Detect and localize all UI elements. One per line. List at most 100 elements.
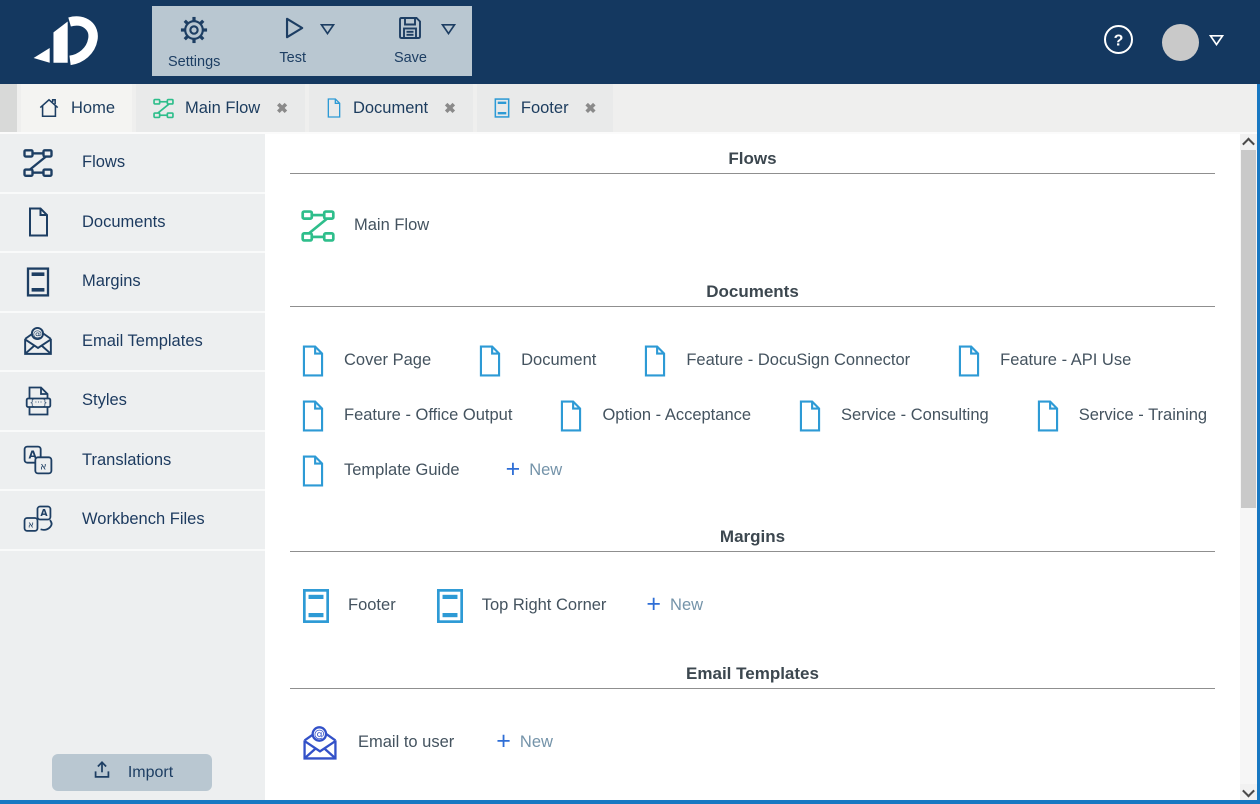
item-feature-docusign-connector[interactable]: Feature - DocuSign Connector (642, 337, 910, 384)
account-menu[interactable] (1162, 23, 1225, 61)
sidebar-item-label: Documents (82, 212, 166, 231)
item-label: Feature - DocuSign Connector (686, 351, 911, 369)
save-button[interactable]: Save (394, 6, 427, 66)
section-title: Documents (290, 267, 1215, 307)
item-email-to-user[interactable]: @ Email to user (300, 719, 454, 766)
section-items: @ Email to user + New (265, 689, 1237, 786)
help-button[interactable]: ? (1103, 24, 1134, 60)
toolbar: Settings Test Save (152, 6, 472, 76)
tab-bar: Home Main Flow ✖ Document ✖ Footer ✖ (0, 84, 1260, 134)
sidebar: Flows Documents Margins @ Email Templates… (0, 134, 265, 804)
gear-icon (179, 15, 209, 50)
settings-label: Settings (168, 54, 221, 70)
new-documents-button[interactable]: + New (506, 447, 563, 494)
item-main-flow[interactable]: Main Flow (300, 202, 429, 249)
item-option-acceptance[interactable]: Option - Acceptance (558, 392, 751, 439)
tab-home[interactable]: Home (21, 84, 133, 132)
main-body: Flows Documents Margins @ Email Templates… (0, 134, 1260, 804)
email-icon: @ (21, 326, 55, 356)
import-button[interactable]: Import (52, 754, 212, 791)
svg-text:@: @ (33, 330, 42, 340)
section-title: Email Templates (290, 649, 1215, 689)
sidebar-item-label: Margins (82, 272, 141, 291)
new-email-templates-button[interactable]: + New (496, 719, 553, 766)
sidebar-item-email-templates[interactable]: @ Email Templates (0, 313, 265, 372)
svg-text:א: א (40, 462, 46, 473)
plus-icon: + (646, 589, 662, 618)
play-icon (280, 15, 306, 46)
avatar (1162, 23, 1199, 61)
email-icon: @ (300, 725, 340, 761)
new-margins-button[interactable]: + New (646, 582, 703, 629)
content-pane: Flows Main Flow Documents Cover Page Docu… (265, 134, 1260, 804)
scrollbar-track[interactable] (1240, 150, 1257, 784)
scrollbar-thumb[interactable] (1241, 150, 1256, 508)
item-feature-office-output[interactable]: Feature - Office Output (300, 392, 512, 439)
close-icon[interactable]: ✖ (444, 100, 456, 117)
question-circle-icon: ? (1103, 24, 1134, 60)
chevron-down-icon (440, 22, 457, 40)
item-template-guide[interactable]: Template Guide (300, 447, 460, 494)
item-cover-page[interactable]: Cover Page (300, 337, 431, 384)
sidebar-item-documents[interactable]: Documents (0, 194, 265, 253)
settings-button[interactable]: Settings (168, 6, 220, 70)
styles-icon: {···} (21, 386, 55, 416)
item-label: Service - Training (1078, 406, 1208, 424)
item-feature-api-use[interactable]: Feature - API Use (956, 337, 1131, 384)
test-label: Test (279, 50, 306, 66)
vertical-scrollbar[interactable] (1240, 134, 1257, 800)
tab-label: Main Flow (185, 98, 261, 117)
app-logo[interactable] (0, 9, 150, 76)
sidebar-item-flows[interactable]: Flows (0, 134, 265, 194)
close-icon[interactable]: ✖ (585, 100, 597, 117)
save-dropdown-caret[interactable] (440, 22, 457, 40)
save-icon (397, 15, 423, 46)
item-label: Service - Consulting (841, 406, 989, 424)
docugen-logo-icon (26, 9, 98, 76)
item-service-consulting[interactable]: Service - Consulting (797, 392, 989, 439)
sidebar-item-margins[interactable]: Margins (0, 253, 265, 313)
item-label: Main Flow (354, 216, 430, 234)
section-items: Cover Page Document Feature - DocuSign C… (265, 307, 1237, 512)
document-icon (300, 455, 326, 487)
test-button[interactable]: Test (279, 6, 306, 66)
svg-text:{···}: {···} (29, 398, 47, 407)
tab-document[interactable]: Document ✖ (308, 84, 473, 132)
section-items: Footer Top Right Corner + New (265, 552, 1237, 649)
chevron-down-icon (1208, 33, 1225, 51)
margin-icon (21, 267, 55, 297)
tab-label: Footer (520, 98, 569, 117)
sidebar-item-workbench-files[interactable]: A א Workbench Files (0, 491, 265, 551)
section-documents: Documents Cover Page Document Feature - … (265, 267, 1237, 512)
test-dropdown-caret[interactable] (319, 22, 336, 40)
scroll-up-button[interactable] (1240, 134, 1257, 150)
sidebar-item-styles[interactable]: {···} Styles (0, 372, 265, 432)
home-icon (38, 97, 60, 119)
item-label: Email to user (358, 733, 455, 751)
new-label: New (670, 596, 704, 614)
item-document[interactable]: Document (477, 337, 596, 384)
save-label: Save (393, 50, 427, 66)
section-title: Flows (290, 134, 1215, 174)
close-icon[interactable]: ✖ (276, 100, 288, 117)
item-label: Feature - API Use (1000, 351, 1132, 369)
item-service-training[interactable]: Service - Training (1035, 392, 1207, 439)
tab-footer[interactable]: Footer ✖ (476, 84, 614, 132)
scroll-down-button[interactable] (1240, 784, 1257, 800)
app-window: Settings Test Save ? Home Main Flow ✖ Do… (0, 0, 1260, 804)
document-icon (300, 345, 326, 377)
document-icon (21, 207, 55, 237)
document-icon (300, 400, 326, 432)
sidebar-item-label: Workbench Files (82, 510, 205, 529)
workbench-icon: A א (21, 505, 55, 534)
item-top-right-corner[interactable]: Top Right Corner (436, 582, 606, 629)
translations-icon: A א (21, 445, 55, 475)
chevron-down-icon (319, 22, 336, 40)
sidebar-item-translations[interactable]: A א Translations (0, 432, 265, 491)
tab-main-flow[interactable]: Main Flow ✖ (136, 84, 305, 132)
window-border-bottom (0, 800, 1260, 804)
item-footer[interactable]: Footer (302, 582, 396, 629)
sidebar-item-label: Translations (82, 450, 172, 469)
section-items: Main Flow (265, 174, 1237, 267)
section-margins: Margins Footer Top Right Corner + New (265, 512, 1237, 649)
